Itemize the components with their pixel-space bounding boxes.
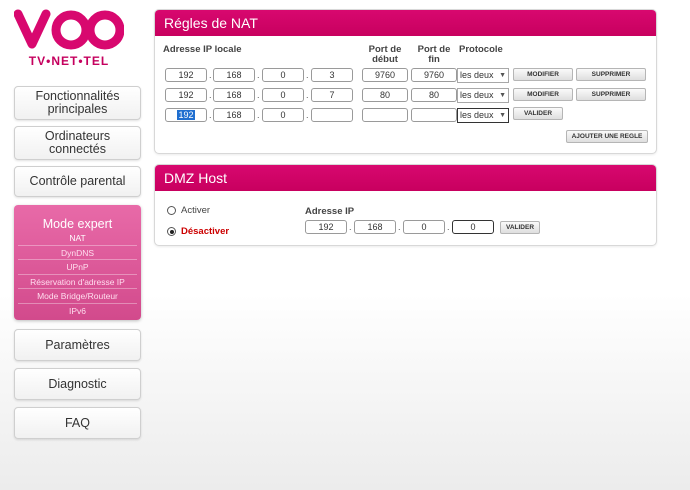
- ip-octet-3[interactable]: 0: [262, 68, 304, 82]
- ip-octet-1[interactable]: 192: [165, 88, 207, 102]
- expert-item-ipv6[interactable]: IPv6: [18, 304, 137, 319]
- protocol-select-value: les deux: [460, 70, 494, 80]
- nat-panel: Régles de NAT Adresse IP locale Port de …: [154, 9, 657, 154]
- ip-octet-4[interactable]: 3: [311, 68, 353, 82]
- new-port-fin-input[interactable]: [411, 108, 457, 122]
- header-port-debut: Port de début: [368, 44, 402, 65]
- port-fin-input[interactable]: 9760: [411, 68, 457, 82]
- radio-circle-selected: [167, 227, 176, 236]
- dmz-panel-title: DMZ Host: [155, 165, 656, 191]
- nav-faq[interactable]: FAQ: [14, 407, 141, 439]
- ip-separator: .: [447, 222, 450, 232]
- chevron-down-icon: ▼: [499, 92, 506, 99]
- ip-octet-2[interactable]: 168: [213, 68, 255, 82]
- nat-panel-title: Régles de NAT: [155, 10, 656, 36]
- expert-item-bridge[interactable]: Mode Bridge/Routeur: [18, 289, 137, 304]
- protocol-select-value: les deux: [460, 110, 494, 120]
- expert-item-reservation[interactable]: Réservation d'adresse IP: [18, 275, 137, 289]
- nav-parametres[interactable]: Paramètres: [14, 329, 141, 361]
- ip-separator: .: [398, 222, 401, 232]
- voo-logo: TV•NET•TEL: [14, 4, 124, 70]
- header-protocole: Protocole: [459, 44, 503, 55]
- expert-menu-title: Mode expert: [42, 217, 113, 231]
- port-debut-input[interactable]: 80: [362, 88, 408, 102]
- delete-button[interactable]: SUPPRIMER: [576, 88, 646, 101]
- nav-controle-parental[interactable]: Contrôle parental: [14, 166, 141, 197]
- chevron-down-icon: ▼: [499, 112, 506, 119]
- ip-separator: .: [349, 222, 352, 232]
- ip-separator: .: [209, 110, 212, 120]
- ip-octet-2[interactable]: 168: [213, 88, 255, 102]
- header-ip-locale: Adresse IP locale: [163, 44, 242, 55]
- nav-diagnostic[interactable]: Diagnostic: [14, 368, 141, 400]
- selected-text: 192: [177, 110, 195, 120]
- ip-octet-3[interactable]: 0: [262, 88, 304, 102]
- dmz-validate-button[interactable]: VALIDER: [500, 221, 540, 234]
- nav-fonctionnalites[interactable]: Fonctionnalités principales: [14, 86, 141, 120]
- ip-separator: .: [306, 110, 309, 120]
- logo-tagline: TV•NET•TEL: [28, 54, 110, 68]
- ip-separator: .: [257, 110, 260, 120]
- voo-logo-mark: [14, 9, 124, 50]
- expert-item-dyndns[interactable]: DynDNS: [18, 246, 137, 260]
- ip-separator: .: [306, 70, 309, 80]
- new-port-debut-input[interactable]: [362, 108, 408, 122]
- dmz-activate-label: Activer: [181, 205, 211, 216]
- ip-separator: .: [209, 90, 212, 100]
- header-port-fin: Port de fin: [417, 44, 451, 65]
- expert-item-nat[interactable]: NAT: [18, 231, 137, 246]
- ip-octet-4[interactable]: 7: [311, 88, 353, 102]
- ip-octet-1[interactable]: 192: [165, 68, 207, 82]
- validate-button[interactable]: VALIDER: [513, 107, 563, 120]
- dmz-deactivate-label: Désactiver: [181, 226, 230, 237]
- nav-ordinateurs[interactable]: Ordinateurs connectés: [14, 126, 141, 160]
- expert-item-upnp[interactable]: UPnP: [18, 260, 137, 275]
- dmz-ip-label: Adresse IP: [305, 206, 355, 217]
- dmz-ip-octet-1[interactable]: 192: [305, 220, 347, 234]
- new-ip-octet-2[interactable]: 168: [213, 108, 255, 122]
- ip-separator: .: [257, 70, 260, 80]
- ip-separator: .: [306, 90, 309, 100]
- modify-button[interactable]: MODIFIER: [513, 88, 573, 101]
- ip-separator: .: [257, 90, 260, 100]
- dmz-deactivate-radio[interactable]: Désactiver: [167, 226, 229, 237]
- port-debut-input[interactable]: 9760: [362, 68, 408, 82]
- dmz-activate-radio[interactable]: Activer: [167, 205, 210, 216]
- new-ip-octet-4[interactable]: [311, 108, 353, 122]
- new-ip-octet-3[interactable]: 0: [262, 108, 304, 122]
- expert-menu: Mode expert NAT DynDNS UPnP Réservation …: [14, 205, 141, 320]
- add-rule-button[interactable]: AJOUTER UNE REGLE: [566, 130, 648, 143]
- dmz-panel: DMZ Host Activer Désactiver Adresse IP 1…: [154, 164, 657, 246]
- chevron-down-icon: ▼: [499, 72, 506, 79]
- protocol-select[interactable]: les deux ▼: [457, 68, 509, 83]
- ip-separator: .: [209, 70, 212, 80]
- new-ip-octet-1[interactable]: 192: [165, 108, 207, 122]
- modify-button[interactable]: MODIFIER: [513, 68, 573, 81]
- dmz-ip-octet-4[interactable]: 0: [452, 220, 494, 234]
- protocol-select-value: les deux: [460, 90, 494, 100]
- delete-button[interactable]: SUPPRIMER: [576, 68, 646, 81]
- protocol-select[interactable]: les deux ▼: [457, 88, 509, 103]
- dmz-ip-octet-2[interactable]: 168: [354, 220, 396, 234]
- dmz-ip-octet-3[interactable]: 0: [403, 220, 445, 234]
- radio-circle: [167, 206, 176, 215]
- new-protocol-select[interactable]: les deux ▼: [457, 108, 509, 123]
- port-fin-input[interactable]: 80: [411, 88, 457, 102]
